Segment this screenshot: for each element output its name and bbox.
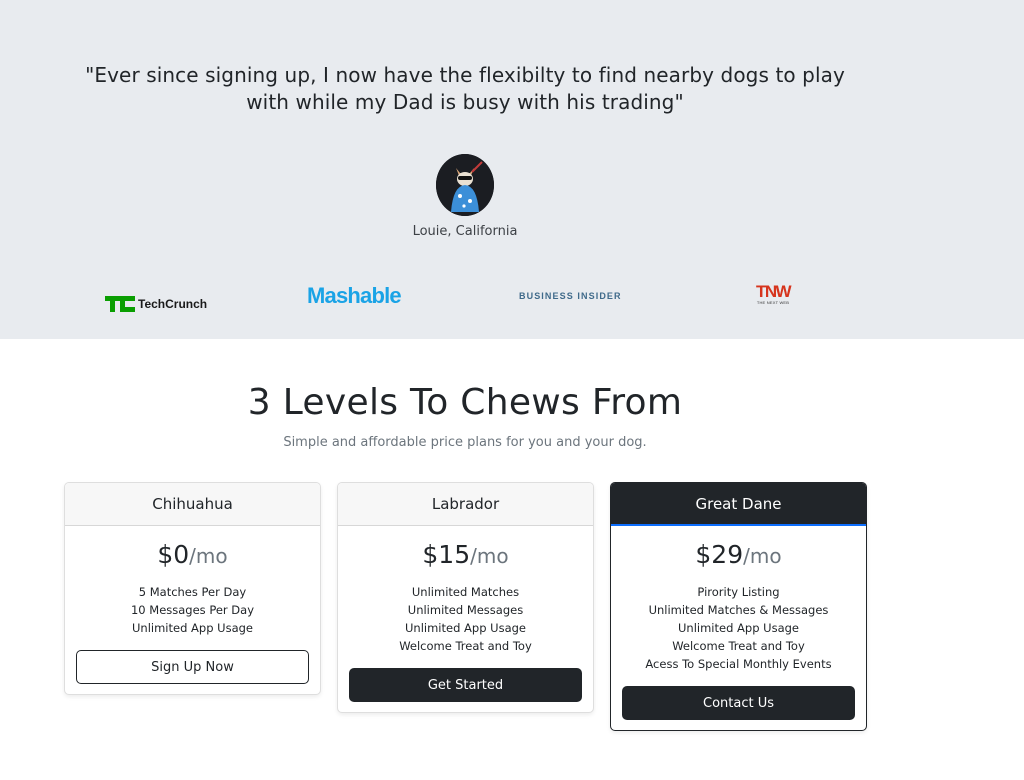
feature-item: 5 Matches Per Day xyxy=(138,585,247,599)
feature-item: 10 Messages Per Day xyxy=(130,603,255,617)
feature-item: Unlimited Matches & Messages xyxy=(648,603,829,617)
plan-features: Unlimited Matches Unlimited Messages Unl… xyxy=(349,583,582,655)
techcrunch-logo: TechCrunch xyxy=(105,287,207,321)
tnw-subtitle: THE NEXT WEB xyxy=(756,300,790,305)
sign-up-now-button[interactable]: Sign Up Now xyxy=(76,650,309,684)
feature-item: Unlimited Matches xyxy=(411,585,520,599)
get-started-button[interactable]: Get Started xyxy=(349,668,582,702)
avatar xyxy=(436,154,494,216)
testimonial-author: Louie, California xyxy=(412,224,518,239)
tnw-logo: TNW THE NEXT WEB xyxy=(751,282,795,318)
mashable-logo: Mashable xyxy=(307,283,402,308)
plan-name: Great Dane xyxy=(611,483,866,526)
tnw-wordmark: TNW xyxy=(756,282,792,301)
plan-card-labrador: Labrador $15/mo Unlimited Matches Unlimi… xyxy=(337,482,594,713)
techcrunch-icon xyxy=(105,296,135,312)
feature-item: Unlimited App Usage xyxy=(678,621,799,635)
feature-item: Acess To Special Monthly Events xyxy=(645,657,832,671)
plan-card-chihuahua: Chihuahua $0/mo 5 Matches Per Day 10 Mes… xyxy=(64,482,321,695)
testimonial-quote: "Ever since signing up, I now have the f… xyxy=(85,63,845,114)
plan-features: 5 Matches Per Day 10 Messages Per Day Un… xyxy=(76,583,309,637)
dog-avatar-icon xyxy=(436,154,494,216)
contact-us-button[interactable]: Contact Us xyxy=(622,686,855,720)
feature-item: Unlimited App Usage xyxy=(132,621,253,635)
pricing-subtitle: Simple and affordable price plans for yo… xyxy=(283,435,647,450)
plan-name: Labrador xyxy=(338,483,593,526)
feature-item: Unlimited App Usage xyxy=(405,621,526,635)
techcrunch-wordmark: TechCrunch xyxy=(138,297,208,311)
feature-item: Pirority Listing xyxy=(697,585,780,599)
plan-price: $15/mo xyxy=(422,540,509,569)
plan-features: Pirority Listing Unlimited Matches & Mes… xyxy=(622,583,855,673)
feature-item: Welcome Treat and Toy xyxy=(672,639,805,653)
business-insider-logo: BUSINESS INSIDER xyxy=(519,291,622,301)
plan-card-great-dane: Great Dane $29/mo Pirority Listing Unlim… xyxy=(610,482,867,731)
pricing-title: 3 Levels To Chews From xyxy=(247,382,683,423)
plan-price: $0/mo xyxy=(157,540,228,569)
testimonial-section: "Ever since signing up, I now have the f… xyxy=(0,0,1024,339)
feature-item: Unlimited Messages xyxy=(407,603,524,617)
feature-item: Welcome Treat and Toy xyxy=(399,639,532,653)
plan-name: Chihuahua xyxy=(65,483,320,526)
plan-price: $29/mo xyxy=(695,540,782,569)
